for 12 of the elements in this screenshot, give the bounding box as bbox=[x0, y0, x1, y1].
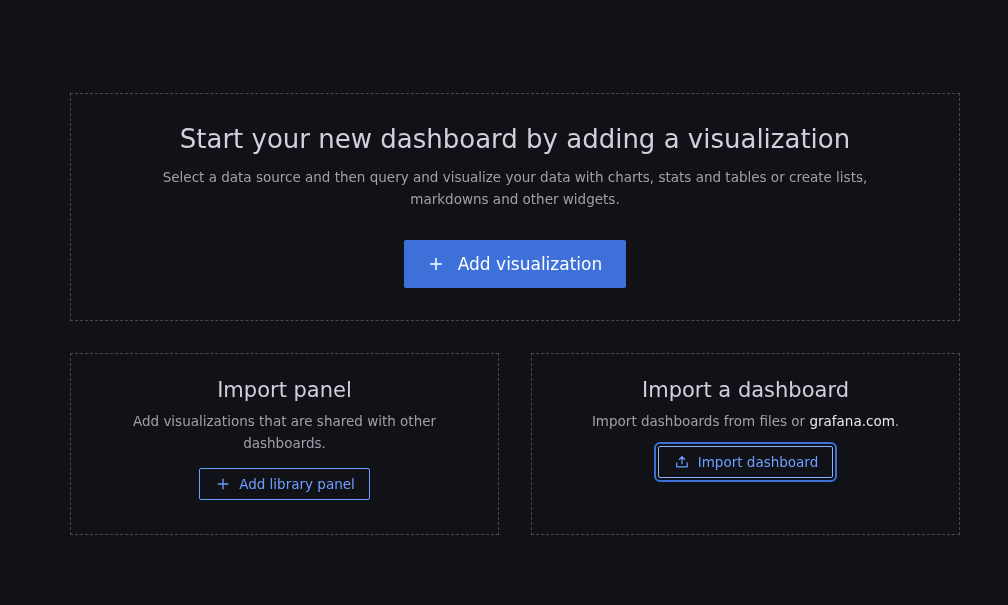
plus-icon bbox=[216, 477, 231, 491]
add-library-panel-button[interactable]: Add library panel bbox=[199, 468, 370, 500]
hero-title: Start your new dashboard by adding a visualization bbox=[179, 124, 851, 154]
card-title: Import panel bbox=[217, 378, 352, 402]
hero-description: Select a data source and then query and visualize your data with charts, stats and tables or create lists, markdowns and other widgets. bbox=[161, 168, 869, 209]
card-title: Import a dashboard bbox=[642, 378, 849, 402]
card-description: Add visualizations that are shared with other dashboards. bbox=[131, 412, 438, 453]
add-visualization-button[interactable]: Add visualization bbox=[403, 240, 627, 288]
upload-icon bbox=[674, 455, 689, 469]
card-description: Import dashboards from files or grafana.com. bbox=[591, 412, 900, 431]
grafana-link[interactable]: grafana.com bbox=[809, 413, 895, 429]
plus-icon bbox=[427, 256, 444, 272]
